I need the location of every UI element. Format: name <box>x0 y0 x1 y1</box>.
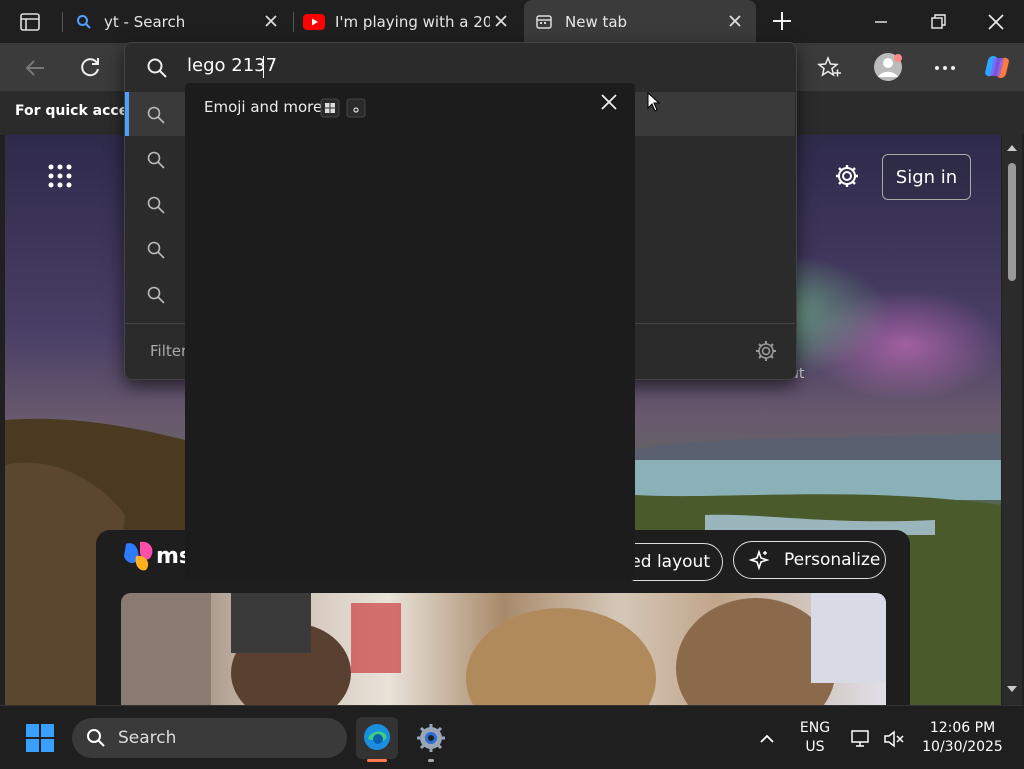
language-line1: ENG <box>799 720 831 736</box>
page-scrollbar[interactable] <box>1002 135 1022 705</box>
clock-date: 10/30/2025 <box>922 739 1003 755</box>
edge-taskbar-icon[interactable] <box>356 717 398 759</box>
suggestion-selection-indicator <box>125 92 129 136</box>
tab-separator <box>293 12 294 32</box>
new-tab-icon <box>535 13 553 31</box>
tab-separator <box>62 12 63 32</box>
period-key-icon <box>346 98 366 118</box>
mouse-cursor-icon <box>647 91 661 112</box>
tab-actions-icon[interactable] <box>18 10 42 34</box>
personalize-label: Personalize <box>784 550 881 570</box>
close-tab-icon[interactable] <box>726 12 744 30</box>
network-icon[interactable] <box>850 728 872 750</box>
restore-icon[interactable] <box>926 10 950 34</box>
edge-active-indicator <box>367 759 387 762</box>
tab-youtube-video[interactable]: I'm playing with a 2017 <box>296 0 522 43</box>
new-tab-plus-icon[interactable] <box>770 9 794 33</box>
copilot-icon[interactable] <box>982 52 1012 82</box>
more-options-icon[interactable] <box>932 56 958 80</box>
close-tab-icon[interactable] <box>492 12 510 30</box>
tab-label: yt - Search <box>104 12 186 31</box>
taskbar-search-icon <box>86 728 106 748</box>
back-arrow-icon[interactable] <box>22 55 48 81</box>
tab-yt-search[interactable]: yt - Search <box>66 0 292 43</box>
address-search-icon <box>146 57 168 79</box>
filter-label[interactable]: Filter <box>150 342 187 360</box>
tab-label: New tab <box>565 12 628 31</box>
favorites-icon[interactable] <box>817 55 843 81</box>
personalize-button[interactable]: Personalize <box>733 541 886 579</box>
volume-muted-icon[interactable] <box>882 728 906 750</box>
show-hidden-icons-chevron-icon[interactable] <box>757 729 777 749</box>
settings-gear-icon[interactable] <box>834 163 860 189</box>
refresh-icon[interactable] <box>77 55 103 81</box>
tab-new-tab[interactable]: New tab <box>524 0 756 43</box>
minimize-icon[interactable] <box>869 10 893 34</box>
suggestion-search-icon[interactable] <box>146 195 166 215</box>
news-photo[interactable] <box>121 593 886 705</box>
personalize-sparkle-icon <box>748 549 770 571</box>
suggestion-search-icon[interactable] <box>146 150 166 170</box>
windows-start-icon[interactable] <box>25 723 55 753</box>
settings-taskbar-icon[interactable] <box>414 721 448 755</box>
close-tab-icon[interactable] <box>262 12 280 30</box>
msn-logo-icon <box>122 540 158 572</box>
suggestion-search-icon[interactable] <box>146 285 166 305</box>
profile-avatar[interactable] <box>873 52 903 82</box>
suggestion-settings-gear-icon[interactable] <box>755 340 777 362</box>
emoji-panel-title: Emoji and more <box>204 98 323 116</box>
text-caret <box>263 56 264 78</box>
language-line2: US <box>805 739 825 755</box>
taskbar-search-box[interactable]: Search <box>72 718 347 758</box>
sign-in-button[interactable]: Sign in <box>882 154 971 200</box>
clock-time: 12:06 PM <box>929 720 996 736</box>
suggestion-search-icon[interactable] <box>146 240 166 260</box>
youtube-icon <box>303 13 325 30</box>
apps-grid-icon[interactable] <box>48 164 72 188</box>
windows-key-icon <box>320 98 340 118</box>
close-emoji-panel-icon[interactable] <box>599 92 619 112</box>
clock[interactable]: 12:06 PM 10/30/2025 <box>915 719 1010 757</box>
language-indicator[interactable]: ENG US <box>795 719 835 757</box>
close-window-icon[interactable] <box>984 10 1008 34</box>
tab-label: I'm playing with a 2017 <box>335 12 490 31</box>
search-icon <box>76 14 92 30</box>
suggestion-search-icon <box>146 105 166 125</box>
settings-running-indicator <box>428 759 434 762</box>
taskbar-search-label: Search <box>118 728 177 748</box>
emoji-panel <box>185 83 635 581</box>
